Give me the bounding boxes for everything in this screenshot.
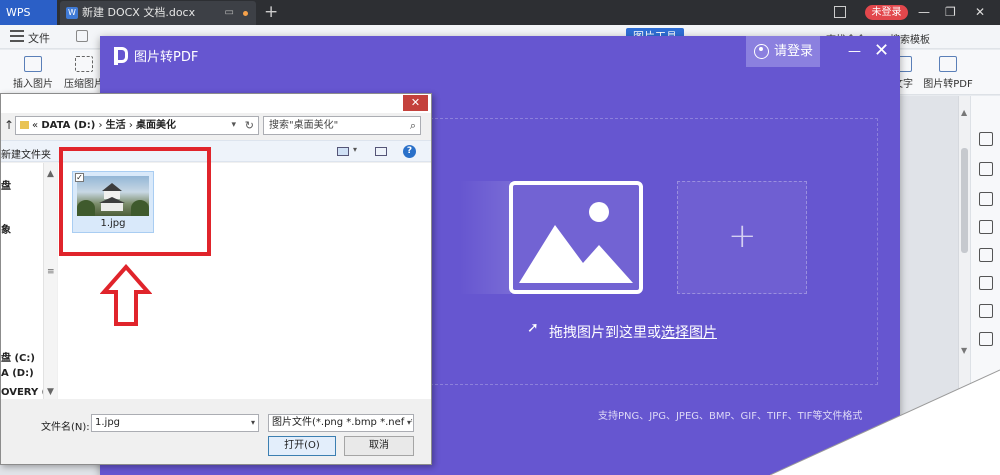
highlight-box [59,147,211,256]
preview-pane-icon[interactable] [375,147,387,156]
card-glow [459,181,511,294]
crop-icon [75,56,93,72]
address-drive[interactable]: DATA (D:) [41,120,95,131]
wps-home-tab-label: WPS [6,6,31,19]
view-dropdown-icon[interactable]: ▾ [353,145,357,154]
address-dropdown-icon[interactable]: ▾ [231,117,236,134]
scroll-thumb[interactable] [961,148,968,253]
save-icon[interactable] [76,30,88,42]
minimize-icon[interactable]: — [918,0,930,24]
scroll-down-icon[interactable]: ▼ [47,387,54,397]
picture-icon [24,56,42,72]
user-icon [754,44,769,59]
file-dialog-titlebar [1,94,431,113]
address-folder-2[interactable]: 桌面美化 [136,120,176,131]
image-drop-zone[interactable]: + ➚ 拖拽图片到这里或选择图片 [430,118,878,385]
search-input[interactable]: 搜索"桌面美化" ⌕ [263,116,421,135]
pointer-icon[interactable] [979,162,993,176]
picture-to-pdf-label: 图片转PDF [923,79,973,90]
address-folder-1[interactable]: 生活 [106,120,126,131]
plus-icon: + [728,216,757,256]
dialog-title: 图片转PDF [134,50,199,65]
address-bar[interactable]: « DATA (D:) › 生活 › 桌面美化 ▾ ↻ [15,116,259,135]
image-icon[interactable] [979,248,993,262]
dialog-close-icon[interactable]: ✕ [874,40,889,61]
tab-display-icon[interactable]: ▭ [225,1,234,25]
up-folder-icon[interactable]: ↑ [4,118,14,132]
search-placeholder: 搜索"桌面美化" [269,120,339,131]
word-doc-icon: W [66,7,78,19]
nav-item-objects[interactable]: 象 [1,221,11,236]
login-status-badge[interactable]: 未登录 [865,5,908,20]
page-corner-overlay [770,369,1000,475]
shape-icon[interactable] [979,192,993,206]
refresh-icon[interactable]: ↻ [245,117,254,134]
insert-picture-label: 插入图片 [13,79,53,90]
folder-icon [20,121,29,129]
select-image-link[interactable]: 选择图片 [661,325,717,341]
address-separator: › [98,120,103,131]
address-separator: › [128,120,133,131]
login-button[interactable]: 请登录 [746,36,820,67]
scroll-grip-icon[interactable]: ≡ [47,267,55,277]
star-icon[interactable] [979,276,993,290]
cursor-add-icon: ➚ [527,320,539,336]
scroll-down-icon[interactable]: ▼ [961,346,967,355]
drop-hint-text: 拖拽图片到这里或 [549,325,661,341]
nav-item-drive-d[interactable]: A (D:) [1,368,34,379]
unsaved-dot-icon [243,11,248,16]
filename-value: 1.jpg [95,417,121,428]
address-prefix: « [32,120,39,131]
maximize-icon[interactable]: ❐ [945,0,956,24]
filename-dropdown-icon[interactable]: ▾ [251,415,255,431]
file-menu[interactable]: 文件 [28,30,50,46]
filetype-select[interactable]: 图片文件(*.png *.bmp *.nef *.c ▾ [268,414,414,432]
scroll-up-icon[interactable]: ▲ [961,108,967,117]
document-tab-label: 新建 DOCX 文档.docx [82,6,196,19]
search-icon[interactable]: ⌕ [410,117,416,134]
filename-input[interactable]: 1.jpg ▾ [91,414,259,432]
add-image-button[interactable]: + [677,181,807,294]
document-tab[interactable]: W 新建 DOCX 文档.docx ▭ [60,1,256,25]
pdf-logo-icon [114,47,128,65]
share-icon[interactable] [979,304,993,318]
filetype-value: 图片文件(*.png *.bmp *.nef *.c [272,417,414,428]
filetype-dropdown-icon[interactable]: ▾ [406,415,411,431]
nav-item-drive-c[interactable]: 盘 (C:) [1,349,35,364]
new-folder-button[interactable]: 新建文件夹 [1,146,51,161]
nav-scrollbar[interactable]: ▲ ≡ ▼ [43,163,57,399]
pdf-icon [939,56,957,72]
filename-label: 文件名(N): [41,422,90,433]
compress-picture-button[interactable]: 压缩图片 [64,56,104,90]
pen-icon[interactable] [979,132,993,146]
file-dialog-close-icon[interactable]: ✕ [403,95,428,111]
scroll-up-icon[interactable]: ▲ [47,169,54,179]
window-mode-icon[interactable] [834,6,846,18]
insert-picture-button[interactable]: 插入图片 [8,56,58,90]
new-tab-icon[interactable]: + [264,0,278,24]
open-button[interactable]: 打开(O) [268,436,336,456]
box-icon[interactable] [979,332,993,346]
hamburger-icon[interactable] [10,30,24,42]
red-up-arrow-icon [100,264,152,326]
nav-item-disk[interactable]: 盘 [1,177,11,192]
title-bar: WPS W 新建 DOCX 文档.docx ▭ + 未登录 — ❐ ✕ [0,0,1000,25]
view-mode-icon[interactable] [337,147,349,156]
drop-hint: 拖拽图片到这里或选择图片 [549,322,717,342]
picture-to-pdf-button[interactable]: 图片转PDF [920,56,976,90]
close-icon[interactable]: ✕ [975,0,985,24]
compress-picture-label: 压缩图片 [64,79,104,90]
image-placeholder-icon [509,181,643,294]
sliders-icon[interactable] [979,220,993,234]
help-icon[interactable]: ? [403,145,416,158]
cancel-button[interactable]: 取消 [344,436,414,456]
dialog-minimize-icon[interactable]: — [848,44,861,59]
wps-home-tab[interactable]: WPS [0,0,57,25]
login-label: 请登录 [774,44,814,59]
